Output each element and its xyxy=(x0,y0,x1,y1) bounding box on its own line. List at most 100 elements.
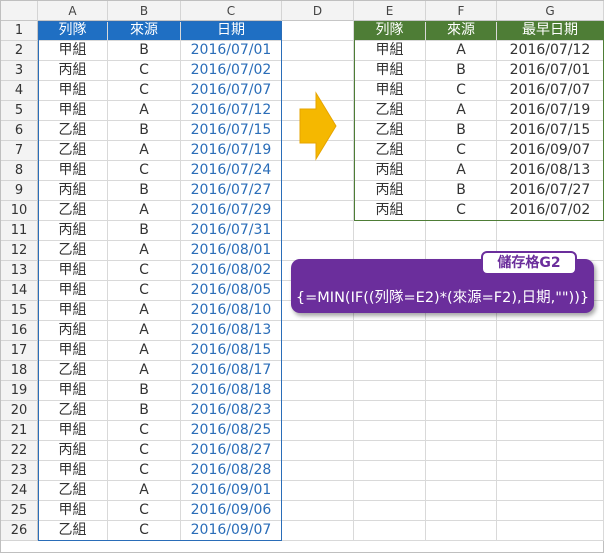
left-table-cell[interactable]: 2016/07/31 xyxy=(181,221,282,241)
right-table-cell[interactable]: 甲組 xyxy=(354,41,426,61)
left-table-cell[interactable]: 2016/07/02 xyxy=(181,61,282,81)
left-table-cell[interactable]: A xyxy=(108,481,181,501)
row-header-15[interactable]: 15 xyxy=(1,301,38,321)
cell[interactable] xyxy=(426,421,497,441)
row-header-21[interactable]: 21 xyxy=(1,421,38,441)
left-table-cell[interactable]: 2016/08/10 xyxy=(181,301,282,321)
left-table-cell[interactable]: 2016/09/07 xyxy=(181,521,282,541)
left-table-cell[interactable]: 乙組 xyxy=(38,361,108,381)
cell[interactable] xyxy=(497,381,604,401)
cell[interactable] xyxy=(282,241,354,261)
left-table-cell[interactable]: C xyxy=(108,261,181,281)
right-table-cell[interactable]: 乙組 xyxy=(354,121,426,141)
left-table-cell[interactable]: 丙組 xyxy=(38,441,108,461)
cell[interactable] xyxy=(426,321,497,341)
cell[interactable] xyxy=(282,441,354,461)
right-table-cell[interactable]: 2016/07/07 xyxy=(497,81,604,101)
cell[interactable] xyxy=(354,221,426,241)
left-table-cell[interactable]: C xyxy=(108,421,181,441)
left-table-cell[interactable]: A xyxy=(108,341,181,361)
left-table-cell[interactable]: 2016/07/07 xyxy=(181,81,282,101)
cell[interactable] xyxy=(282,201,354,221)
left-table-cell[interactable]: 2016/08/23 xyxy=(181,401,282,421)
select-all-corner[interactable] xyxy=(1,1,38,21)
row-header-3[interactable]: 3 xyxy=(1,61,38,81)
left-table-cell[interactable]: 乙組 xyxy=(38,521,108,541)
row-header-5[interactable]: 5 xyxy=(1,101,38,121)
left-table-cell[interactable]: 甲組 xyxy=(38,341,108,361)
left-table-cell[interactable]: 丙組 xyxy=(38,321,108,341)
left-table-cell[interactable]: 丙組 xyxy=(38,61,108,81)
cell[interactable] xyxy=(497,401,604,421)
left-table-cell[interactable]: 甲組 xyxy=(38,41,108,61)
cell[interactable] xyxy=(354,461,426,481)
cell[interactable] xyxy=(426,481,497,501)
right-table-cell[interactable]: 丙組 xyxy=(354,161,426,181)
column-header-A[interactable]: A xyxy=(38,1,108,21)
left-table-cell[interactable]: 2016/07/19 xyxy=(181,141,282,161)
left-table-cell[interactable]: 甲組 xyxy=(38,381,108,401)
right-table-cell[interactable]: B xyxy=(426,181,497,201)
left-table-cell[interactable]: 2016/08/02 xyxy=(181,261,282,281)
cell[interactable] xyxy=(282,381,354,401)
cell[interactable] xyxy=(497,221,604,241)
cell[interactable] xyxy=(354,441,426,461)
right-table-cell[interactable]: A xyxy=(426,41,497,61)
cell[interactable] xyxy=(497,321,604,341)
cell[interactable] xyxy=(282,61,354,81)
row-header-1[interactable]: 1 xyxy=(1,21,38,41)
left-table-cell[interactable]: 丙組 xyxy=(38,181,108,201)
cell[interactable] xyxy=(354,321,426,341)
cell[interactable] xyxy=(282,341,354,361)
cell[interactable] xyxy=(282,481,354,501)
cell[interactable] xyxy=(282,521,354,541)
left-table-cell[interactable]: 2016/07/15 xyxy=(181,121,282,141)
cell[interactable] xyxy=(426,401,497,421)
column-header-G[interactable]: G xyxy=(497,1,604,21)
left-table-cell[interactable]: 乙組 xyxy=(38,481,108,501)
left-table-cell[interactable]: C xyxy=(108,61,181,81)
row-header-6[interactable]: 6 xyxy=(1,121,38,141)
left-table-cell[interactable]: 2016/08/25 xyxy=(181,421,282,441)
left-table-cell[interactable]: 甲組 xyxy=(38,101,108,121)
row-header-20[interactable]: 20 xyxy=(1,401,38,421)
left-table-cell[interactable]: 2016/08/27 xyxy=(181,441,282,461)
left-table-cell[interactable]: B xyxy=(108,221,181,241)
row-header-13[interactable]: 13 xyxy=(1,261,38,281)
cell[interactable] xyxy=(354,481,426,501)
right-table-cell[interactable]: 2016/07/02 xyxy=(497,201,604,221)
row-header-9[interactable]: 9 xyxy=(1,181,38,201)
row-header-22[interactable]: 22 xyxy=(1,441,38,461)
cell[interactable] xyxy=(354,341,426,361)
left-table-cell[interactable]: A xyxy=(108,241,181,261)
left-table-cell[interactable]: 2016/08/05 xyxy=(181,281,282,301)
row-header-10[interactable]: 10 xyxy=(1,201,38,221)
row-header-7[interactable]: 7 xyxy=(1,141,38,161)
left-table-cell[interactable]: 甲組 xyxy=(38,261,108,281)
cell[interactable] xyxy=(282,221,354,241)
row-header-12[interactable]: 12 xyxy=(1,241,38,261)
row-header-19[interactable]: 19 xyxy=(1,381,38,401)
left-table-cell[interactable]: C xyxy=(108,441,181,461)
cell[interactable] xyxy=(282,181,354,201)
right-table-cell[interactable]: C xyxy=(426,81,497,101)
left-table-cell[interactable]: A xyxy=(108,201,181,221)
cell[interactable] xyxy=(497,501,604,521)
cell[interactable] xyxy=(282,401,354,421)
left-table-cell[interactable]: C xyxy=(108,521,181,541)
cell[interactable] xyxy=(354,421,426,441)
cell[interactable] xyxy=(426,381,497,401)
left-table-cell[interactable]: 2016/07/27 xyxy=(181,181,282,201)
left-table-cell[interactable]: B xyxy=(108,41,181,61)
left-table-cell[interactable]: 甲組 xyxy=(38,461,108,481)
left-table-cell[interactable]: C xyxy=(108,81,181,101)
left-table-cell[interactable]: A xyxy=(108,361,181,381)
column-header-D[interactable]: D xyxy=(282,1,354,21)
cell[interactable] xyxy=(426,501,497,521)
left-table-cell[interactable]: 2016/09/01 xyxy=(181,481,282,501)
row-header-17[interactable]: 17 xyxy=(1,341,38,361)
left-table-cell[interactable]: A xyxy=(108,321,181,341)
cell[interactable] xyxy=(354,381,426,401)
cell[interactable] xyxy=(497,481,604,501)
left-table-cell[interactable]: 2016/08/13 xyxy=(181,321,282,341)
